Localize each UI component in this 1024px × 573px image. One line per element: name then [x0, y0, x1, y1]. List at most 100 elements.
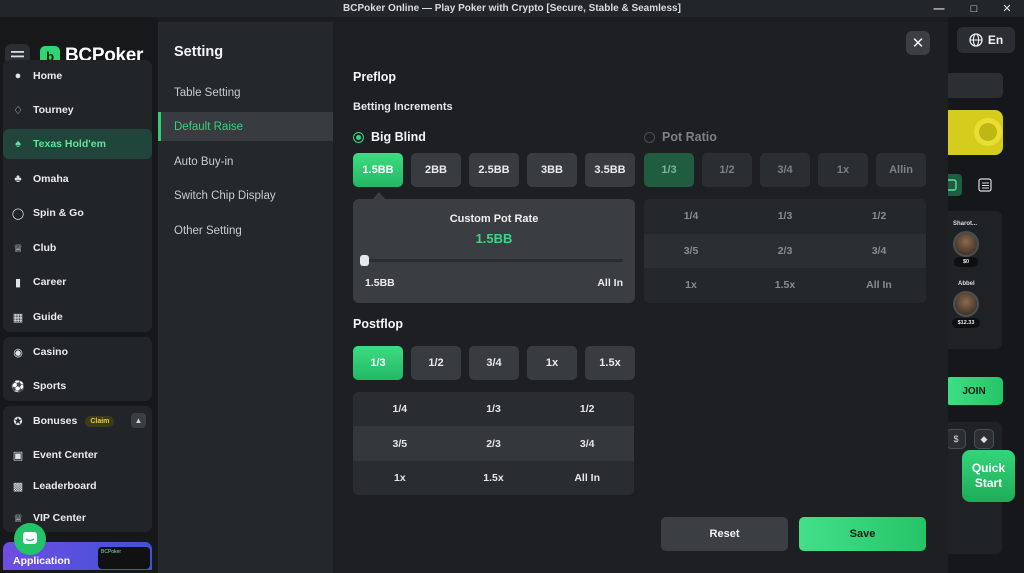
promo-banner[interactable]	[948, 110, 1003, 155]
sidebar-item-label: VIP Center	[33, 512, 86, 524]
podium-icon: ▩	[12, 480, 24, 493]
omaha-icon: ♣	[14, 173, 22, 185]
grid-row: 3/5 2/3 3/4	[353, 426, 634, 461]
grid-cell[interactable]: 3/5	[644, 234, 738, 269]
player-name: Sharot...	[953, 221, 978, 227]
sidebar-item-leaderboard[interactable]: ▩ Leaderboard	[3, 471, 152, 501]
sidebar-item-label: Sports	[33, 380, 67, 392]
settings-item-switch-chip-display[interactable]: Switch Chip Display	[158, 181, 333, 210]
sidebar-item-label: Club	[33, 242, 57, 254]
save-button[interactable]: Save	[799, 517, 926, 551]
chart-icon: ▮	[14, 276, 22, 289]
list-view-button[interactable]	[974, 174, 996, 196]
language-selector[interactable]: En	[957, 27, 1015, 53]
promo-pattern	[974, 118, 1002, 146]
lobby-search-input[interactable]	[948, 73, 1003, 98]
sidebar-item-career[interactable]: ▮ Career	[3, 267, 152, 297]
grid-cell[interactable]: 1/3	[447, 392, 541, 427]
shield-icon: ◆	[974, 429, 994, 449]
postflop-option-chip[interactable]: 3/4	[469, 346, 519, 380]
settings-item-auto-buy-in[interactable]: Auto Buy-in	[158, 147, 333, 176]
grid-cell[interactable]: 1.5x	[738, 268, 832, 303]
grid-cell[interactable]: 3/5	[353, 426, 447, 461]
grid-cell[interactable]: All In	[832, 268, 926, 303]
settings-title: Setting	[174, 44, 224, 60]
list-view-icon	[978, 178, 992, 192]
pot-ratio-radio[interactable]: Pot Ratio	[644, 130, 717, 144]
player-stack: $12.33	[952, 318, 980, 328]
grid-cell[interactable]: 1/3	[738, 199, 832, 234]
betting-increments-heading: Betting Increments	[353, 101, 453, 113]
grid-cell[interactable]: All In	[540, 461, 634, 495]
grid-cell[interactable]: 1.5x	[447, 461, 541, 495]
close-window-icon[interactable]: ✕	[990, 0, 1024, 17]
big-blind-label: Big Blind	[371, 130, 426, 144]
bb-option-chip[interactable]: 2BB	[411, 153, 461, 187]
custom-pot-rate-title: Custom Pot Rate	[449, 213, 539, 225]
quick-start-button[interactable]: Quick Start	[962, 450, 1015, 502]
radio-unselected-icon	[644, 131, 655, 143]
grid-cell[interactable]: 3/4	[540, 426, 634, 461]
grid-cell[interactable]: 2/3	[738, 234, 832, 269]
sidebar-item-club[interactable]: ♕ Club	[3, 233, 152, 263]
sidebar-item-label: Home	[33, 70, 63, 82]
bb-option-chip[interactable]: 3BB	[527, 153, 577, 187]
sidebar-item-label: Omaha	[33, 173, 69, 185]
postflop-option-chip[interactable]: 1/3	[353, 346, 403, 380]
pot-ratio-chip[interactable]: 1/2	[702, 153, 752, 187]
sidebar-item-guide[interactable]: ▦ Guide	[3, 302, 152, 332]
sidebar-item-event-center[interactable]: ▣ Event Center	[3, 440, 152, 470]
slider-max-label: All In	[597, 277, 623, 289]
postflop-option-chip[interactable]: 1/2	[411, 346, 461, 380]
settings-item-default-raise[interactable]: Default Raise	[158, 112, 333, 141]
grid-cell[interactable]: 1/2	[540, 392, 634, 427]
reset-button[interactable]: Reset	[661, 517, 788, 551]
sidebar-item-sports[interactable]: ⚽ Sports	[3, 371, 152, 401]
grid-cell[interactable]: 1x	[644, 268, 738, 303]
pot-ratio-chip[interactable]: 1/3	[644, 153, 694, 187]
sidebar-item-label: Texas Hold'em	[33, 138, 106, 150]
gift-icon: ▣	[12, 449, 24, 462]
pot-ratio-chip[interactable]: 1x	[818, 153, 868, 187]
sidebar-item-bonuses[interactable]: ✪ Bonuses Claim ▲	[3, 406, 152, 436]
sidebar-item-home[interactable]: ● Home	[3, 61, 152, 91]
sidebar-item-omaha[interactable]: ♣ Omaha	[3, 164, 152, 194]
book-icon: ▦	[12, 311, 24, 324]
sidebar-item-spin-go[interactable]: ◯ Spin & Go	[3, 198, 152, 228]
window-title: BCPoker Online — Play Poker with Crypto …	[343, 3, 681, 14]
sidebar-item-label: Tourney	[33, 104, 74, 116]
sidebar-item-casino[interactable]: ◉ Casino	[3, 337, 152, 367]
grid-cell[interactable]: 1/4	[644, 199, 738, 234]
bb-option-chip[interactable]: 3.5BB	[585, 153, 635, 187]
grid-cell[interactable]: 3/4	[832, 234, 926, 269]
grid-row: 3/5 2/3 3/4	[644, 233, 926, 269]
grid-cell[interactable]: 2/3	[447, 426, 541, 461]
pot-ratio-chip[interactable]: Allin	[876, 153, 926, 187]
globe-icon	[969, 33, 983, 47]
postflop-option-chip[interactable]: 1.5x	[585, 346, 635, 380]
settings-item-other-setting[interactable]: Other Setting	[158, 216, 333, 245]
grid-cell[interactable]: 1/2	[832, 199, 926, 234]
minimize-icon[interactable]: —	[922, 0, 956, 17]
bb-option-chip[interactable]: 2.5BB	[469, 153, 519, 187]
player-stack: $0	[954, 257, 978, 267]
grid-cell[interactable]: 1/4	[353, 392, 447, 427]
close-settings-button[interactable]: ✕	[906, 31, 930, 55]
sidebar-item-label: Casino	[33, 346, 69, 358]
pot-ratio-chip[interactable]: 3/4	[760, 153, 810, 187]
settings-item-table-setting[interactable]: Table Setting	[158, 78, 333, 107]
bb-option-chip[interactable]: 1.5BB	[353, 153, 403, 187]
postflop-option-chip[interactable]: 1x	[527, 346, 577, 380]
join-button[interactable]: JOIN	[945, 377, 1003, 405]
slider-handle[interactable]	[360, 255, 369, 266]
big-blind-radio[interactable]: Big Blind	[353, 130, 426, 144]
maximize-icon[interactable]: □	[957, 0, 991, 17]
sidebar-item-texas-holdem[interactable]: ♠ Texas Hold'em	[3, 129, 152, 159]
claim-badge[interactable]: Claim	[85, 415, 115, 427]
grid-cell[interactable]: 1x	[353, 461, 447, 495]
radio-selected-icon	[353, 131, 364, 143]
chat-support-button[interactable]	[14, 523, 46, 555]
sidebar-item-tourney[interactable]: ♢ Tourney	[3, 95, 152, 125]
chevron-up-icon[interactable]: ▲	[131, 413, 146, 428]
custom-pot-rate-slider[interactable]	[365, 259, 623, 262]
